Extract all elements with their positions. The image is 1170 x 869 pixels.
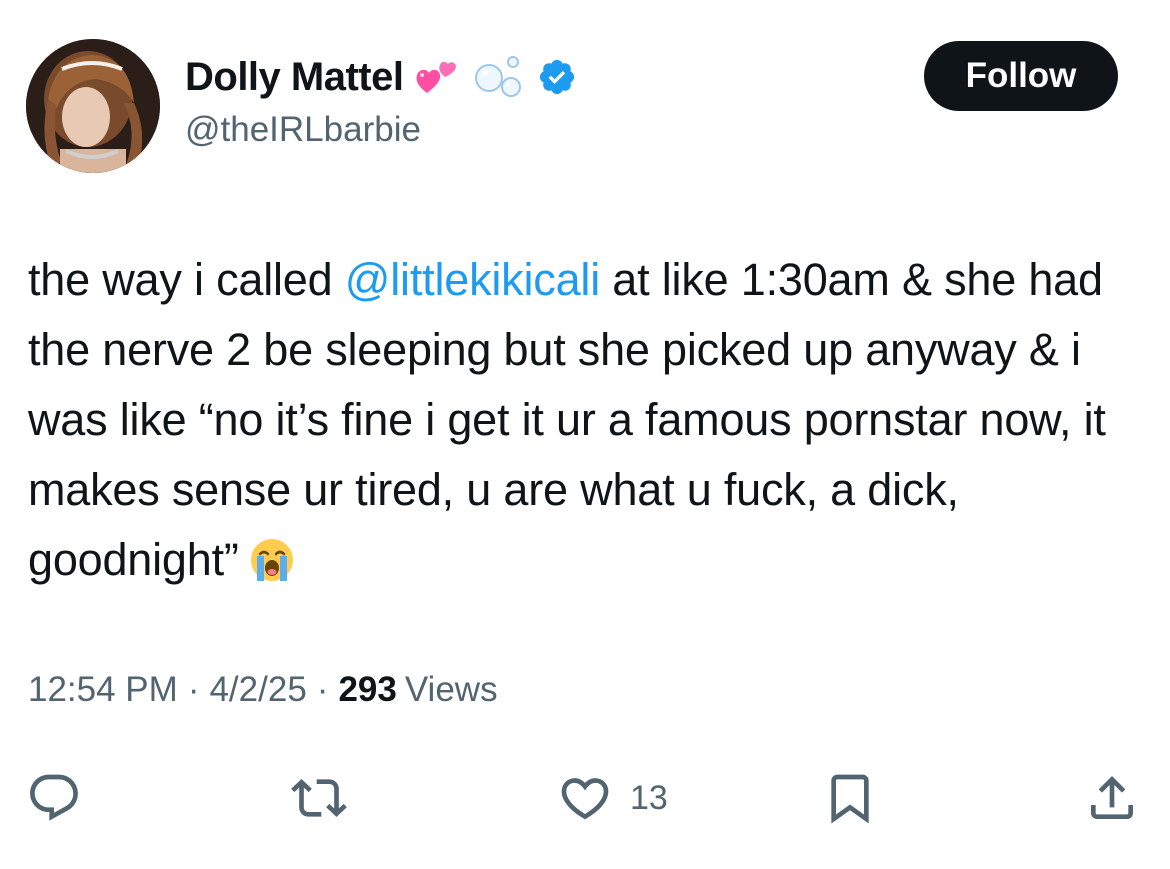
avatar-image <box>26 39 160 173</box>
views-count: 293 <box>338 670 397 709</box>
two-hearts-icon <box>413 53 461 101</box>
retweet-button[interactable] <box>290 770 348 826</box>
like-count: 13 <box>630 778 668 817</box>
bubbles-icon <box>471 52 527 102</box>
mention-link[interactable]: @littlekikicali <box>345 254 600 305</box>
author-name-row: Dolly Mattel <box>185 50 577 104</box>
avatar[interactable] <box>26 39 160 173</box>
share-button[interactable] <box>1084 770 1140 826</box>
meta-separator: · <box>187 670 200 709</box>
like-button[interactable]: 13 <box>556 770 668 826</box>
meta-separator: · <box>316 670 329 709</box>
share-icon <box>1091 776 1133 819</box>
retweet-icon <box>291 779 347 817</box>
views-label: Views <box>404 670 498 709</box>
loudly-crying-face-icon <box>249 537 295 583</box>
tweet-text-start: the way i called <box>28 254 345 305</box>
author-display-name[interactable]: Dolly Mattel <box>185 55 404 100</box>
tweet-time[interactable]: 12:54 PM <box>28 670 178 710</box>
tweet-date[interactable]: 4/2/25 <box>209 670 306 710</box>
bookmark-button[interactable] <box>822 770 878 826</box>
verified-badge-icon[interactable] <box>537 57 577 97</box>
bookmark-icon <box>831 774 869 824</box>
tweet-text: the way i called @littlekikicali at like… <box>28 245 1138 595</box>
follow-button[interactable]: Follow <box>924 41 1118 111</box>
reply-icon <box>30 774 78 821</box>
author-handle[interactable]: @theIRLbarbie <box>185 110 421 150</box>
reply-button[interactable] <box>26 770 82 826</box>
heart-icon <box>561 778 609 820</box>
tweet-meta: 12:54 PM · 4/2/25 · 293 Views <box>28 670 498 710</box>
